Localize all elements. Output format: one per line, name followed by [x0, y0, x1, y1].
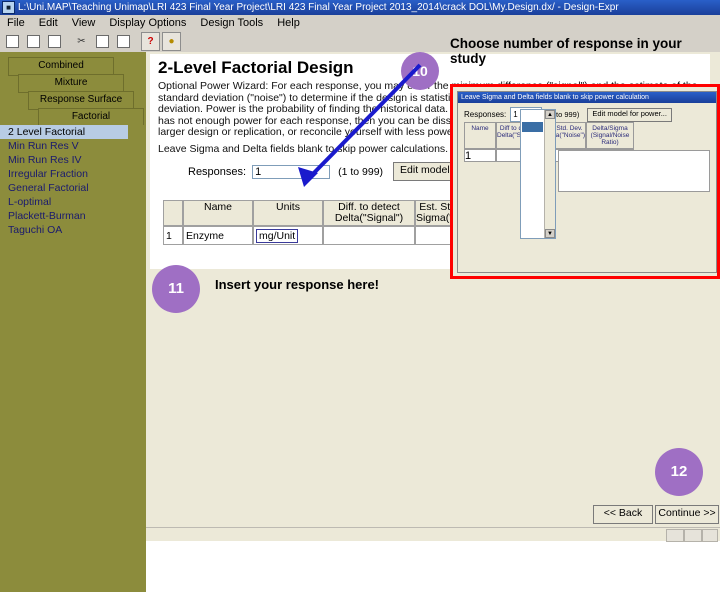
dialog-responses-row: Responses: (1 to 999) Edit model for pow… — [458, 103, 716, 122]
copy-icon[interactable] — [93, 32, 112, 51]
sidebar-item-min-run-res-v[interactable]: Min Run Res V — [0, 139, 146, 153]
grid-cell-units[interactable]: mg/Unit — [253, 226, 323, 245]
responses-listbox-selected[interactable] — [522, 122, 543, 132]
grid-row-label: 1 — [163, 226, 183, 245]
sidebar-item-taguchi-oa[interactable]: Taguchi OA — [0, 223, 146, 237]
dialog-title: Leave Sigma and Delta fields blank to sk… — [458, 92, 716, 103]
status-cell-2 — [684, 529, 702, 542]
new-icon[interactable] — [3, 32, 22, 51]
dialog-edit-model-button[interactable]: Edit model for power... — [587, 107, 672, 122]
sidebar: Combined Mixture Response Surface Factor… — [0, 52, 146, 592]
dialog-grid-row-label: 1 — [464, 149, 496, 162]
responses-label: Responses: — [188, 165, 247, 178]
grid-header-units: Units — [253, 200, 323, 226]
menu-item-view[interactable]: View — [65, 17, 103, 29]
status-cell-3 — [702, 529, 718, 542]
tip-icon[interactable]: ● — [162, 32, 181, 51]
menu-bar: File Edit View Display Options Design To… — [0, 15, 720, 32]
status-bar — [146, 527, 720, 542]
menu-item-display-options[interactable]: Display Options — [102, 17, 193, 29]
app-icon: ■ — [2, 1, 15, 14]
paste-icon[interactable] — [114, 32, 133, 51]
annotation-heading: Choose number of response in your study — [450, 36, 682, 66]
menu-item-design-tools[interactable]: Design Tools — [193, 17, 270, 29]
badge-11: 11 — [152, 265, 200, 313]
cut-icon[interactable]: ✂ — [72, 32, 91, 51]
badge-10: 10 — [401, 52, 439, 90]
dialog-responses-label: Responses: — [464, 110, 507, 119]
toolbar-separator-2 — [135, 33, 139, 50]
units-editor[interactable]: mg/Unit — [256, 229, 299, 243]
highlight-box: Leave Sigma and Delta fields blank to sk… — [450, 84, 720, 279]
sidebar-item-plackett-burman[interactable]: Plackett-Burman — [0, 209, 146, 223]
scroll-up-icon[interactable]: ▲ — [545, 110, 555, 119]
continue-button[interactable]: Continue >> — [655, 505, 719, 524]
grid-cell-delta[interactable] — [323, 226, 415, 245]
annotation-response-note: Insert your response here! — [215, 277, 379, 292]
grid-header-delta: Diff. to detect Delta("Signal") — [323, 200, 415, 226]
sidebar-item-min-run-res-iv[interactable]: Min Run Res IV — [0, 153, 146, 167]
back-button[interactable]: << Back — [593, 505, 653, 524]
responses-listbox[interactable]: ▲ ▼ — [520, 109, 556, 239]
window-title: L:\Uni.MAP\Teaching Unimap\LRI 423 Final… — [18, 2, 619, 13]
grid-corner — [163, 200, 183, 226]
power-dialog: Leave Sigma and Delta fields blank to sk… — [457, 91, 717, 273]
open-icon[interactable] — [24, 32, 43, 51]
badge-12: 12 — [655, 448, 703, 496]
grid-header-name: Name — [183, 200, 253, 226]
sidebar-item-general-factorial[interactable]: General Factorial — [0, 181, 146, 195]
save-icon[interactable] — [45, 32, 64, 51]
responses-input[interactable] — [252, 164, 331, 179]
title-bar: ■ L:\Uni.MAP\Teaching Unimap\LRI 423 Fin… — [0, 0, 720, 15]
sidebar-list: 2 Level Factorial Min Run Res V Min Run … — [0, 125, 146, 592]
toolbar-separator-1 — [66, 33, 70, 50]
menu-item-help[interactable]: Help — [270, 17, 307, 29]
sidebar-item-l-optimal[interactable]: L-optimal — [0, 195, 146, 209]
status-cell-1 — [666, 529, 684, 542]
dialog-grid-header-ratio: Delta/Sigma (Signal/Noise Ratio) — [586, 122, 634, 149]
menu-item-file[interactable]: File — [0, 17, 32, 29]
scroll-down-icon[interactable]: ▼ — [545, 229, 555, 238]
responses-listbox-scrollbar[interactable]: ▲ ▼ — [544, 110, 555, 238]
help-icon[interactable]: ? — [141, 32, 160, 51]
grid-cell-name[interactable]: Enzyme Activity — [183, 226, 253, 245]
dialog-grid-header-name: Name — [464, 122, 496, 149]
sidebar-item-irregular-fraction[interactable]: Irregular Fraction — [0, 167, 146, 181]
responses-range: (1 to 999) — [338, 165, 384, 178]
menu-item-edit[interactable]: Edit — [32, 17, 65, 29]
dialog-detail-area — [558, 150, 710, 192]
sidebar-item-2-level-factorial[interactable]: 2 Level Factorial — [0, 125, 128, 139]
application-window: ■ L:\Uni.MAP\Teaching Unimap\LRI 423 Fin… — [0, 0, 720, 592]
